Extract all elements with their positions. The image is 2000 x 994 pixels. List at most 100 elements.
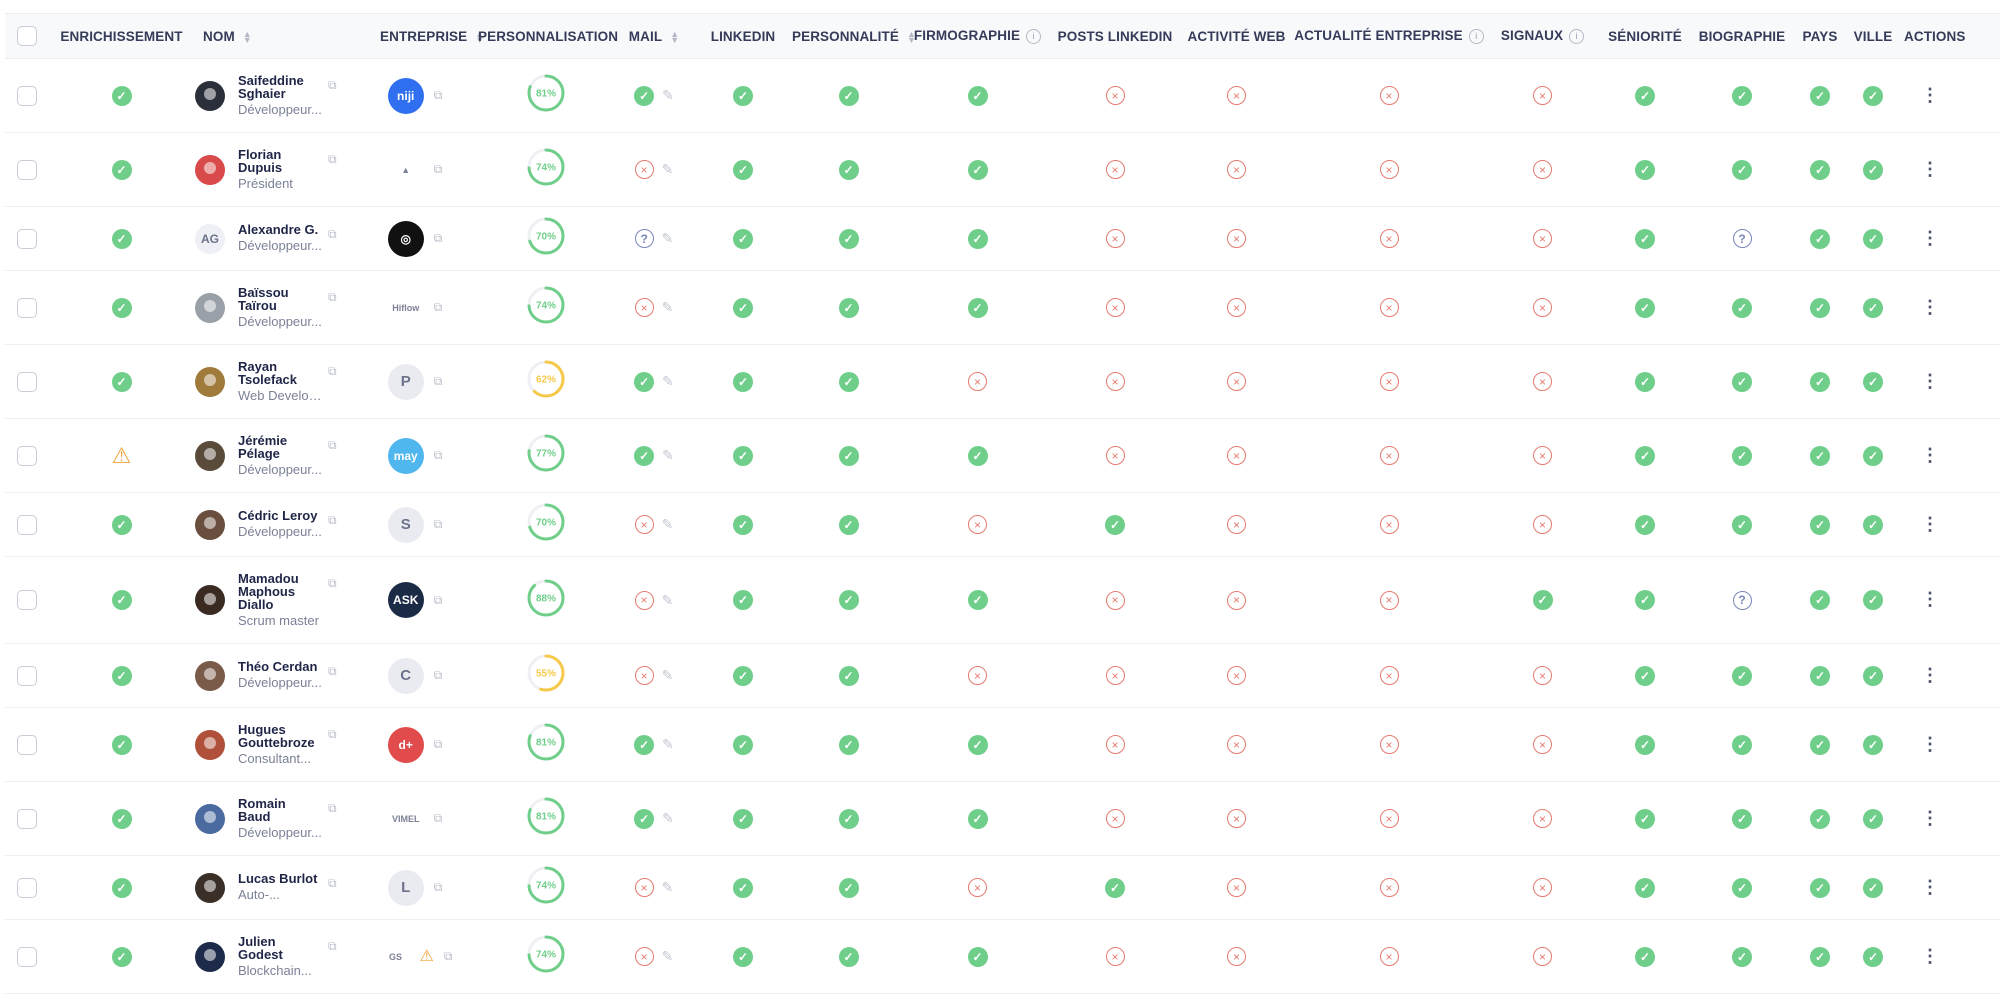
table-row[interactable]: ✓ Julien Godest Blockchain... ⧉ GS ⚠ ⧉ 74% × ✎ ✓ ✓ ✓ ×… (5, 919, 2000, 994)
table-row[interactable]: ✓ Baïssou Taïrou Développeur... ⧉ Hiflow ⧉ 74% ×… (5, 270, 2000, 345)
contact-name-line[interactable]: Baïssou (238, 286, 326, 299)
contact-name-line[interactable]: Lucas Burlot (238, 872, 326, 885)
external-link-icon[interactable]: ⧉ (434, 880, 443, 895)
more-actions-icon[interactable]: ⋮ (1921, 159, 1939, 179)
edit-pencil-icon[interactable]: ✎ (662, 447, 674, 464)
edit-pencil-icon[interactable]: ✎ (662, 299, 674, 316)
contact-name-line[interactable]: Taïrou (238, 299, 326, 312)
external-link-icon[interactable]: ⧉ (434, 300, 443, 315)
contact-name-line[interactable]: Rayan (238, 360, 326, 373)
contact-name-line[interactable]: Godest (238, 948, 326, 961)
more-actions-icon[interactable]: ⋮ (1921, 85, 1939, 105)
external-link-icon[interactable]: ⧉ (434, 88, 443, 103)
more-actions-icon[interactable]: ⋮ (1921, 877, 1939, 897)
edit-pencil-icon[interactable]: ✎ (662, 516, 674, 533)
contact-name-line[interactable]: Mamadou (238, 572, 326, 585)
contact-name-line[interactable]: Sghaier (238, 87, 326, 100)
company-logo[interactable]: niji (387, 77, 424, 114)
external-link-icon[interactable]: ⧉ (328, 801, 337, 816)
more-actions-icon[interactable]: ⋮ (1921, 665, 1939, 685)
row-checkbox[interactable] (16, 445, 37, 466)
row-checkbox[interactable] (16, 228, 37, 249)
more-actions-icon[interactable]: ⋮ (1921, 228, 1939, 248)
row-checkbox[interactable] (16, 159, 37, 180)
info-icon[interactable]: i (1468, 28, 1484, 44)
contact-name-line[interactable]: Tsolefack (238, 373, 326, 386)
edit-pencil-icon[interactable]: ✎ (662, 948, 674, 965)
row-checkbox[interactable] (16, 734, 37, 755)
select-all-checkbox[interactable] (16, 26, 37, 46)
company-logo[interactable]: P (387, 363, 424, 400)
company-logo[interactable]: C (387, 657, 424, 694)
table-row[interactable]: ✓ Mamadou Maphous Diallo Scrum master ⧉ ASK ⧉ 88… (5, 556, 2000, 644)
table-row[interactable]: ✓ Hugues Gouttebroze Consultant... ⧉ d+ ⧉ 81% ✓ ✎… (5, 707, 2000, 782)
edit-pencil-icon[interactable]: ✎ (662, 810, 674, 827)
external-link-icon[interactable]: ⧉ (434, 737, 443, 752)
contact-name-line[interactable]: Julien (238, 935, 326, 948)
external-link-icon[interactable]: ⧉ (434, 231, 443, 246)
contact-name-line[interactable]: Diallo (238, 598, 326, 611)
edit-pencil-icon[interactable]: ✎ (662, 667, 674, 684)
external-link-icon[interactable]: ⧉ (328, 513, 337, 528)
edit-pencil-icon[interactable]: ✎ (662, 879, 674, 896)
contact-name-line[interactable]: Jérémie (238, 434, 326, 447)
more-actions-icon[interactable]: ⋮ (1921, 297, 1939, 317)
col-nom[interactable]: NOM ▲ ▼ (195, 13, 352, 59)
edit-pencil-icon[interactable]: ✎ (662, 87, 674, 104)
row-checkbox[interactable] (16, 665, 37, 686)
row-checkbox[interactable] (16, 514, 37, 535)
table-row[interactable]: ✓ Rayan Tsolefack Web Developer ⧉ P ⧉ 62% ✓ ✎ ✓ ✓ × ×… (5, 344, 2000, 419)
company-logo[interactable]: L (387, 869, 424, 906)
edit-pencil-icon[interactable]: ✎ (662, 736, 674, 753)
more-actions-icon[interactable]: ⋮ (1921, 589, 1939, 609)
row-checkbox[interactable] (16, 946, 37, 967)
external-link-icon[interactable]: ⧉ (328, 876, 337, 891)
company-logo[interactable]: GS (378, 939, 414, 975)
table-row[interactable]: ✓ Romain Baud Développeur... ⧉ VIMEL ⧉ 81% ✓ ✎ ✓ ✓ ✓… (5, 781, 2000, 856)
more-actions-icon[interactable]: ⋮ (1921, 946, 1939, 966)
external-link-icon[interactable]: ⧉ (434, 374, 443, 389)
edit-pencil-icon[interactable]: ✎ (662, 161, 674, 178)
company-logo[interactable]: Hiflow (388, 290, 424, 326)
external-link-icon[interactable]: ⧉ (328, 290, 337, 305)
info-icon[interactable]: i (1026, 28, 1042, 44)
contact-name-line[interactable]: Dupuis (238, 161, 326, 174)
contact-name-line[interactable]: Saifeddine (238, 74, 326, 87)
external-link-icon[interactable]: ⧉ (328, 664, 337, 679)
external-link-icon[interactable]: ⧉ (444, 949, 453, 964)
company-logo[interactable]: may (387, 437, 424, 474)
company-logo[interactable]: ◎ (387, 220, 424, 257)
contact-name-line[interactable]: Alexandre G. (238, 223, 326, 236)
external-link-icon[interactable]: ⧉ (434, 811, 443, 826)
row-checkbox[interactable] (16, 877, 37, 898)
contact-name-line[interactable]: Pélage (238, 447, 326, 460)
external-link-icon[interactable]: ⧉ (328, 78, 337, 93)
contact-name-line[interactable]: Romain (238, 797, 326, 810)
col-mail[interactable]: MAIL ▲ ▼ (614, 13, 694, 59)
table-row[interactable]: ✓ AG Alexandre G. Développeur... ⧉ ◎ ⧉ 70%? ✎ ✓ ✓ ✓… (5, 206, 2000, 271)
external-link-icon[interactable]: ⧉ (328, 438, 337, 453)
contact-name-line[interactable]: Florian (238, 148, 326, 161)
table-row[interactable]: ✓ Théo Cerdan Développeur... ⧉ C ⧉ 55% × ✎ ✓ ✓ × × × ×… (5, 643, 2000, 708)
more-actions-icon[interactable]: ⋮ (1921, 371, 1939, 391)
info-icon[interactable]: i (1569, 28, 1585, 44)
external-link-icon[interactable]: ⧉ (434, 448, 443, 463)
table-row[interactable]: ✓ Cédric Leroy Développeur... ⧉ S ⧉ 70% × ✎ ✓ ✓ × ✓ ×… (5, 492, 2000, 557)
table-row[interactable]: ✓ Florian Dupuis Président ⧉ ▲ ⧉ 74% × ✎ ✓ ✓ ✓ × × × × ✓ ✓… (5, 132, 2000, 207)
contact-name-line[interactable]: Cédric Leroy (238, 509, 326, 522)
external-link-icon[interactable]: ⧉ (328, 152, 337, 167)
external-link-icon[interactable]: ⧉ (328, 227, 337, 242)
company-logo[interactable]: ASK (387, 582, 424, 618)
row-checkbox[interactable] (16, 808, 37, 829)
external-link-icon[interactable]: ⧉ (328, 727, 337, 742)
sort-icon[interactable]: ▲▼ (243, 29, 252, 44)
company-logo[interactable]: ▲ (388, 152, 424, 188)
external-link-icon[interactable]: ⧉ (328, 939, 337, 954)
col-personnalite[interactable]: PERSONNALITÉ ▲ ▼ (792, 13, 916, 59)
table-row[interactable]: ⚠ Jérémie Pélage Développeur... ⧉ may ⧉ 77% ✓ ✎ ✓ ✓… (5, 418, 2000, 493)
contact-name-line[interactable]: Maphous (238, 585, 326, 598)
contact-name-line[interactable]: Gouttebroze (238, 736, 326, 749)
table-row[interactable]: ✓ Lucas Burlot Auto-... ⧉ L ⧉ 74% × ✎ ✓ ✓ × ✓ × × × ✓ ✓ ✓ ✓… (5, 855, 2000, 920)
external-link-icon[interactable]: ⧉ (434, 162, 443, 177)
contact-name-line[interactable]: Théo Cerdan (238, 660, 326, 673)
